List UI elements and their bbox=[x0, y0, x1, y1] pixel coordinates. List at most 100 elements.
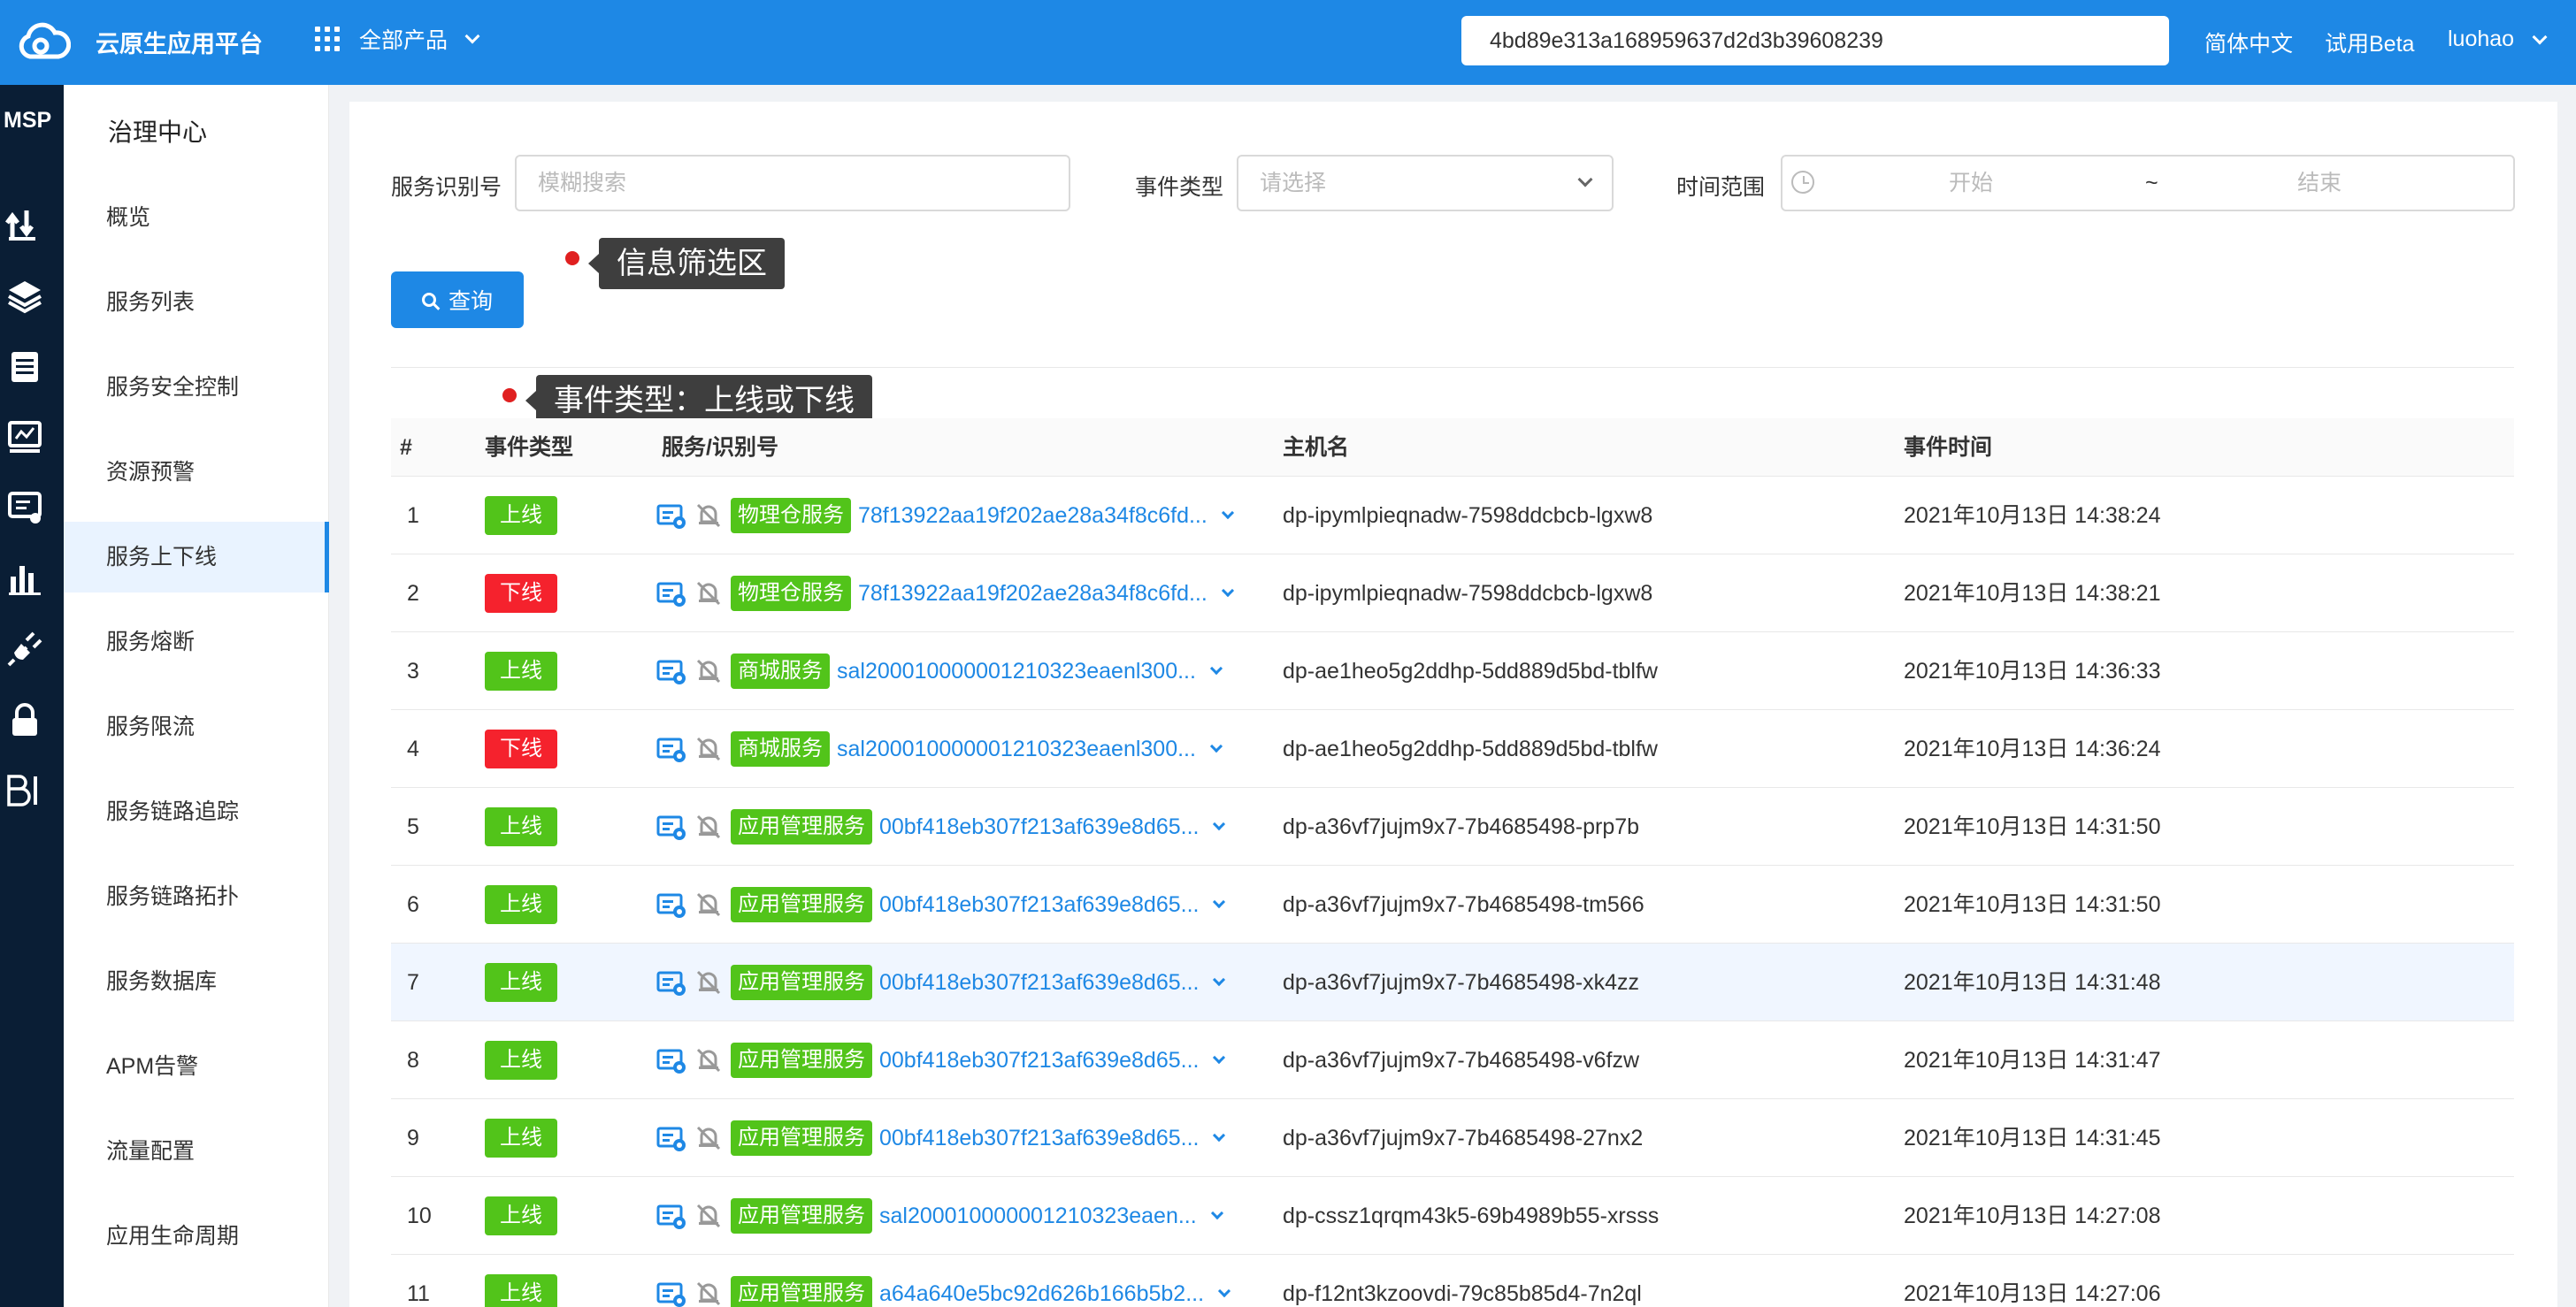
table-row[interactable]: 9 上线 应用管理服务 00bf418eb307f213af639e8d65..… bbox=[391, 1099, 2514, 1177]
service-doc-icon[interactable] bbox=[656, 578, 686, 608]
service-id-link[interactable]: 78f13922aa19f202ae28a34f8c6fd... bbox=[858, 503, 1208, 529]
event-time: 2021年10月13日 14:38:21 bbox=[1904, 581, 2161, 606]
sidebar-item-service-online-offline[interactable]: 服务上下线 bbox=[64, 522, 329, 592]
bi-icon[interactable] bbox=[5, 771, 44, 810]
sidebar-item-database[interactable]: 服务数据库 bbox=[64, 946, 329, 1017]
service-doc-icon[interactable] bbox=[656, 656, 686, 686]
divider bbox=[391, 367, 2514, 368]
top-header: 云原生应用平台 全部产品 简体中文 试用Beta luohao bbox=[0, 0, 2576, 85]
monitor-icon[interactable] bbox=[5, 417, 44, 456]
language-switch[interactable]: 简体中文 bbox=[2204, 27, 2293, 58]
service-doc-icon[interactable] bbox=[656, 890, 686, 920]
transfer-icon[interactable] bbox=[5, 205, 44, 244]
query-button[interactable]: 查询 bbox=[391, 271, 524, 328]
service-doc-icon[interactable] bbox=[656, 734, 686, 764]
service-id-link[interactable]: 00bf418eb307f213af639e8d65... bbox=[879, 1048, 1199, 1074]
service-id-link[interactable]: sal200010000001210323eaenl300... bbox=[837, 659, 1196, 684]
service-doc-icon[interactable] bbox=[656, 1279, 686, 1307]
notification-off-icon[interactable] bbox=[694, 1201, 724, 1231]
service-cell: 物理仓服务 78f13922aa19f202ae28a34f8c6fd... bbox=[656, 477, 1234, 554]
service-doc-icon[interactable] bbox=[656, 1201, 686, 1231]
service-doc-icon[interactable] bbox=[656, 501, 686, 531]
bar-chart-icon[interactable] bbox=[5, 559, 44, 598]
sidebar-item-overview[interactable]: 概览 bbox=[64, 182, 329, 253]
table-row[interactable]: 4 下线 商城服务 sal200010000001210323eaenl300.… bbox=[391, 710, 2514, 788]
sidebar-item-traffic-config[interactable]: 流量配置 bbox=[64, 1116, 329, 1187]
notification-off-icon[interactable] bbox=[694, 734, 724, 764]
sidebar-item-resource-alert[interactable]: 资源预警 bbox=[64, 437, 329, 508]
service-id-label: 服务识别号 bbox=[391, 175, 502, 200]
service-doc-icon[interactable] bbox=[656, 812, 686, 842]
message-icon[interactable] bbox=[5, 488, 44, 527]
global-search-input[interactable] bbox=[1461, 16, 2169, 65]
chevron-down-icon[interactable] bbox=[1221, 584, 1234, 598]
event-time: 2021年10月13日 14:31:50 bbox=[1904, 892, 2161, 917]
sidebar-item-app-lifecycle[interactable]: 应用生命周期 bbox=[64, 1201, 329, 1272]
event-type-select[interactable]: 请选择 bbox=[1237, 155, 1614, 211]
service-id-link[interactable]: 00bf418eb307f213af639e8d65... bbox=[879, 970, 1199, 996]
service-doc-icon[interactable] bbox=[656, 1123, 686, 1153]
chevron-down-icon[interactable] bbox=[1209, 661, 1223, 676]
notification-off-icon[interactable] bbox=[694, 1279, 724, 1307]
sidebar-item-apm-alert[interactable]: APM告警 bbox=[64, 1031, 329, 1102]
table-row[interactable]: 7 上线 应用管理服务 00bf418eb307f213af639e8d65..… bbox=[391, 944, 2514, 1021]
event-time: 2021年10月13日 14:27:08 bbox=[1904, 1204, 2161, 1228]
table-row[interactable]: 3 上线 商城服务 sal200010000001210323eaenl300.… bbox=[391, 632, 2514, 710]
layers-icon[interactable] bbox=[5, 276, 44, 315]
table-row[interactable]: 1 上线 物理仓服务 78f13922aa19f202ae28a34f8c6fd… bbox=[391, 477, 2514, 554]
time-end[interactable]: 结束 bbox=[2297, 157, 2342, 210]
sidebar-item-topology[interactable]: 服务链路拓扑 bbox=[64, 861, 329, 932]
time-range-picker[interactable]: 开始 ~ 结束 bbox=[1781, 155, 2515, 211]
sidebar-item-rate-limit[interactable]: 服务限流 bbox=[64, 692, 329, 762]
notification-off-icon[interactable] bbox=[694, 501, 724, 531]
chevron-down-icon[interactable] bbox=[1213, 1128, 1226, 1143]
table-row[interactable]: 11 上线 应用管理服务 a64a640e5bc92d626b166b5b2..… bbox=[391, 1255, 2514, 1307]
notification-off-icon[interactable] bbox=[694, 890, 724, 920]
notification-off-icon[interactable] bbox=[694, 1123, 724, 1153]
chevron-down-icon[interactable] bbox=[1213, 973, 1226, 987]
cloud-logo-icon[interactable] bbox=[16, 18, 71, 67]
sidebar-item-service-list[interactable]: 服务列表 bbox=[64, 267, 329, 338]
service-id-link[interactable]: 00bf418eb307f213af639e8d65... bbox=[879, 1126, 1199, 1151]
table-row[interactable]: 5 上线 应用管理服务 00bf418eb307f213af639e8d65..… bbox=[391, 788, 2514, 866]
notification-off-icon[interactable] bbox=[694, 656, 724, 686]
service-tag: 应用管理服务 bbox=[731, 809, 872, 845]
service-doc-icon[interactable] bbox=[656, 1045, 686, 1075]
service-doc-icon[interactable] bbox=[656, 967, 686, 997]
notification-off-icon[interactable] bbox=[694, 812, 724, 842]
service-id-input[interactable]: 模糊搜索 bbox=[515, 155, 1070, 211]
clipboard-icon[interactable] bbox=[5, 347, 44, 386]
chevron-down-icon[interactable] bbox=[1213, 895, 1226, 909]
service-id-link[interactable]: sal200010000001210323eaen... bbox=[879, 1204, 1197, 1229]
table-row[interactable]: 8 上线 应用管理服务 00bf418eb307f213af639e8d65..… bbox=[391, 1021, 2514, 1099]
service-id-link[interactable]: sal200010000001210323eaenl300... bbox=[837, 737, 1196, 762]
lock-icon[interactable] bbox=[5, 700, 44, 739]
notification-off-icon[interactable] bbox=[694, 967, 724, 997]
chevron-down-icon[interactable] bbox=[1210, 1206, 1223, 1220]
user-menu[interactable]: luohao bbox=[2448, 27, 2548, 52]
sidebar-item-circuit-breaker[interactable]: 服务熔断 bbox=[64, 607, 329, 677]
plug-icon[interactable] bbox=[5, 630, 44, 669]
service-id-link[interactable]: 00bf418eb307f213af639e8d65... bbox=[879, 892, 1199, 918]
sidebar-item-trace[interactable]: 服务链路追踪 bbox=[64, 776, 329, 847]
msp-label[interactable]: MSP bbox=[4, 108, 51, 134]
table-row[interactable]: 10 上线 应用管理服务 sal200010000001210323eaen..… bbox=[391, 1177, 2514, 1255]
notification-off-icon[interactable] bbox=[694, 1045, 724, 1075]
table-row[interactable]: 6 上线 应用管理服务 00bf418eb307f213af639e8d65..… bbox=[391, 866, 2514, 944]
table-row[interactable]: 2 下线 物理仓服务 78f13922aa19f202ae28a34f8c6fd… bbox=[391, 554, 2514, 632]
brand-title[interactable]: 云原生应用平台 bbox=[96, 25, 263, 59]
sidebar-item-service-security[interactable]: 服务安全控制 bbox=[64, 352, 329, 423]
chevron-down-icon[interactable] bbox=[1209, 739, 1223, 753]
chevron-down-icon[interactable] bbox=[1221, 506, 1234, 520]
service-id-link[interactable]: a64a640e5bc92d626b166b5b2... bbox=[879, 1281, 1204, 1307]
notification-off-icon[interactable] bbox=[694, 578, 724, 608]
service-cell: 商城服务 sal200010000001210323eaenl300... bbox=[656, 710, 1223, 788]
service-id-link[interactable]: 00bf418eb307f213af639e8d65... bbox=[879, 814, 1199, 840]
try-beta-link[interactable]: 试用Beta bbox=[2325, 27, 2414, 58]
all-products-menu[interactable]: 全部产品 bbox=[315, 23, 480, 55]
chevron-down-icon[interactable] bbox=[1217, 1284, 1231, 1298]
time-start[interactable]: 开始 bbox=[1949, 157, 1993, 210]
service-id-link[interactable]: 78f13922aa19f202ae28a34f8c6fd... bbox=[858, 581, 1208, 607]
chevron-down-icon[interactable] bbox=[1213, 817, 1226, 831]
chevron-down-icon[interactable] bbox=[1213, 1051, 1226, 1065]
